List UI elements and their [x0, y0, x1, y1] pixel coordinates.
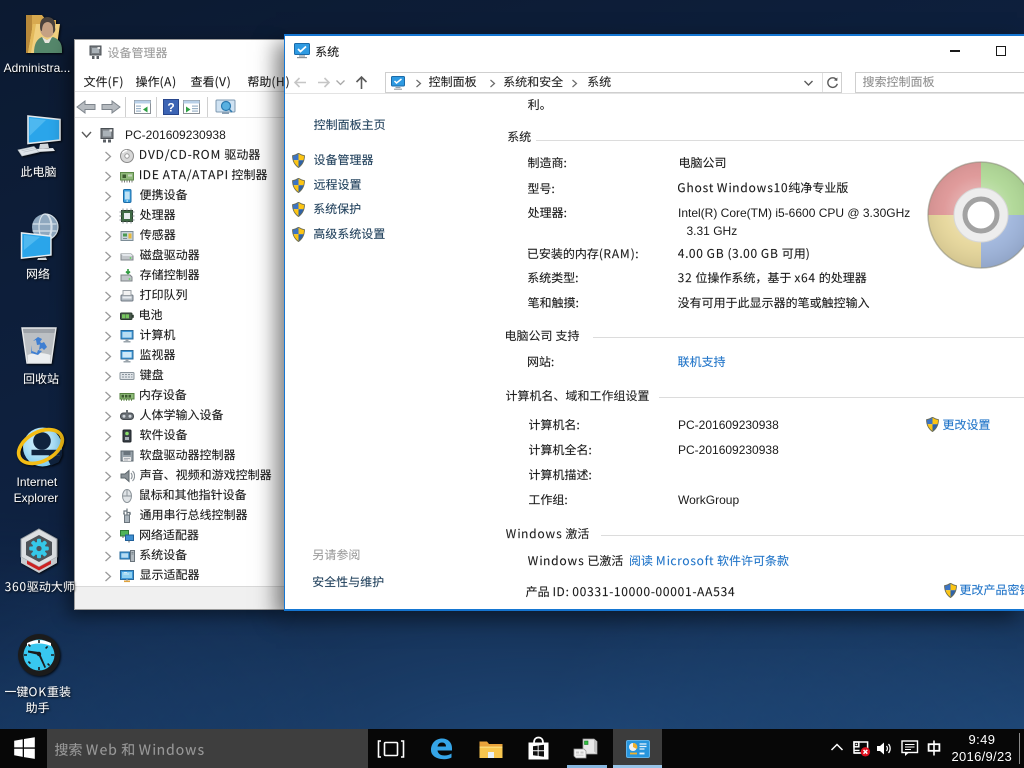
- svg-text:?: ?: [167, 101, 174, 115]
